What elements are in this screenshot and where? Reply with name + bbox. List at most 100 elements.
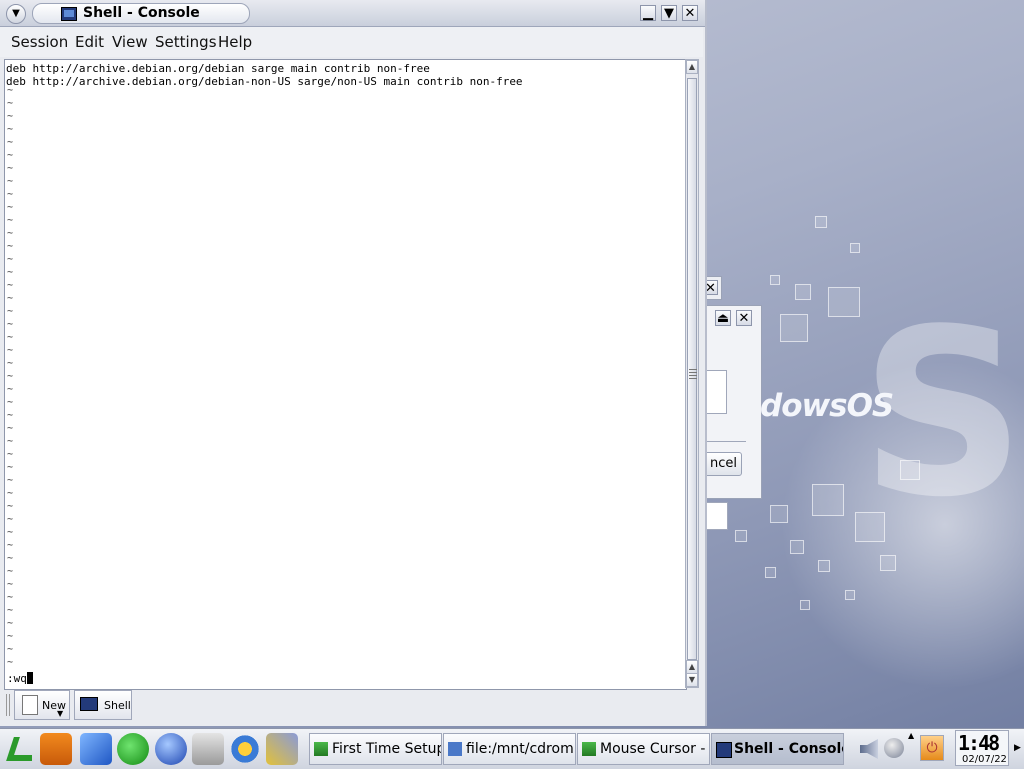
empty-line-marker: ~	[7, 137, 14, 148]
scroll-thumb[interactable]	[687, 78, 697, 660]
task-shell-console[interactable]: Shell - Console	[711, 733, 844, 765]
clock-date: 02/07/22	[962, 754, 1007, 765]
title-bar[interactable]: ▼ Shell - Console ▁ ▼ ✕	[0, 0, 705, 27]
lifejacket-icon[interactable]	[40, 733, 72, 765]
eject-icon[interactable]: ⏏	[715, 310, 731, 326]
empty-line-marker: ~	[7, 358, 14, 369]
empty-line-marker: ~	[7, 384, 14, 395]
empty-line-marker: ~	[7, 449, 14, 460]
grip-icon	[6, 694, 10, 716]
empty-line-marker: ~	[7, 566, 14, 577]
menu-help[interactable]: Help	[218, 33, 252, 51]
decor-square	[765, 567, 776, 578]
session-tab-label: Shell	[104, 699, 131, 712]
session-tab-bar: New ▼ Shell	[4, 690, 702, 722]
maximize-icon[interactable]: ▼	[661, 5, 677, 21]
background-dialog[interactable]: ⏏ ✕ ncel	[704, 305, 762, 530]
start-menu-icon[interactable]	[4, 733, 36, 765]
decor-square	[845, 590, 855, 600]
scroll-up-arrow-icon[interactable]: ▲	[686, 660, 698, 674]
menu-settings[interactable]: Settings	[155, 33, 217, 51]
console-window[interactable]: ▼ Shell - Console ▁ ▼ ✕ Session Edit Vie…	[0, 0, 707, 726]
empty-line-marker: ~	[7, 631, 14, 642]
empty-line-marker: ~	[7, 150, 14, 161]
empty-line-marker: ~	[7, 306, 14, 317]
empty-line-marker: ~	[7, 124, 14, 135]
cancel-button[interactable]: ncel	[704, 452, 742, 476]
decor-square	[735, 530, 747, 542]
vertical-scrollbar[interactable]: ▲ ▲ ▼	[685, 59, 699, 688]
decor-square	[795, 284, 811, 300]
decor-square	[850, 243, 860, 253]
empty-line-marker: ~	[7, 488, 14, 499]
decor-square	[880, 555, 896, 571]
mailbox-icon[interactable]	[192, 733, 224, 765]
cube-icon[interactable]	[80, 733, 112, 765]
pen-icon[interactable]	[266, 733, 298, 765]
chevron-down-icon[interactable]: ▲	[908, 731, 914, 740]
empty-line-marker: ~	[7, 254, 14, 265]
close-icon[interactable]: ✕	[736, 310, 752, 326]
empty-line-marker: ~	[7, 241, 14, 252]
empty-line-marker: ~	[7, 644, 14, 655]
title-pill[interactable]: Shell - Console	[32, 3, 250, 24]
globe-icon[interactable]	[155, 733, 187, 765]
empty-line-marker: ~	[7, 436, 14, 447]
empty-line-marker: ~	[7, 579, 14, 590]
empty-line-marker: ~	[7, 228, 14, 239]
decor-square	[818, 560, 830, 572]
dialog-field[interactable]	[706, 370, 727, 414]
chevron-down-icon: ▼	[57, 709, 64, 718]
menu-session[interactable]: Session	[11, 33, 68, 51]
clock[interactable]: 1:48 02/07/22	[955, 730, 1009, 766]
window-title: Shell - Console	[83, 5, 200, 21]
menu-edit[interactable]: Edit	[75, 33, 104, 51]
new-session-button[interactable]: New ▼	[14, 690, 70, 720]
decor-square	[800, 600, 810, 610]
close-icon[interactable]: ✕	[682, 5, 698, 21]
empty-line-marker: ~	[7, 527, 14, 538]
folder-icon	[448, 742, 462, 756]
empty-line-marker: ~	[7, 215, 14, 226]
terminal-icon	[80, 697, 98, 711]
menu-view[interactable]: View	[112, 33, 148, 51]
scroll-down-arrow-icon[interactable]: ▼	[686, 673, 698, 687]
command-line[interactable]: :wq	[7, 672, 33, 685]
empty-line-marker: ~	[7, 85, 14, 96]
empty-line-marker: ~	[7, 163, 14, 174]
empty-line-marker: ~	[7, 397, 14, 408]
network-icon[interactable]	[884, 738, 904, 758]
terminal-icon	[61, 7, 77, 21]
empty-line-marker: ~	[7, 189, 14, 200]
empty-line-marker: ~	[7, 98, 14, 109]
chevron-down-icon[interactable]: ▼	[6, 4, 26, 24]
decor-square	[812, 484, 844, 516]
empty-line-marker: ~	[7, 176, 14, 187]
empty-line-marker: ~	[7, 410, 14, 421]
dialog-separator	[706, 441, 746, 442]
empty-line-marker: ~	[7, 280, 14, 291]
command-text: :wq	[7, 672, 27, 685]
scroll-up-arrow-icon[interactable]: ▲	[686, 60, 698, 74]
runner-icon[interactable]	[117, 733, 149, 765]
terminal-line: deb http://archive.debian.org/debian-non…	[6, 75, 523, 88]
people-icon[interactable]	[229, 733, 261, 765]
minimize-icon[interactable]: ▁	[640, 5, 656, 21]
empty-line-marker: ~	[7, 111, 14, 122]
task-mouse-cursor[interactable]: Mouse Cursor -	[577, 733, 710, 765]
task-label: file:/mnt/cdrom1	[466, 741, 576, 757]
session-tab-shell[interactable]: Shell	[74, 690, 132, 720]
power-icon[interactable]: ⏻	[920, 735, 944, 761]
speaker-icon[interactable]	[860, 739, 878, 759]
empty-line-marker: ~	[7, 514, 14, 525]
decor-square	[815, 216, 827, 228]
decor-square	[770, 275, 780, 285]
empty-line-marker: ~	[7, 475, 14, 486]
task-first-time-setup[interactable]: First Time Setup	[309, 733, 442, 765]
terminal-area[interactable]: deb http://archive.debian.org/debian sar…	[4, 59, 687, 690]
chevron-right-icon[interactable]: ▶	[1014, 743, 1021, 753]
terminal-line: deb http://archive.debian.org/debian sar…	[6, 62, 430, 75]
decor-square	[828, 287, 860, 317]
task-file-manager[interactable]: file:/mnt/cdrom1	[443, 733, 576, 765]
empty-line-marker: ~	[7, 423, 14, 434]
